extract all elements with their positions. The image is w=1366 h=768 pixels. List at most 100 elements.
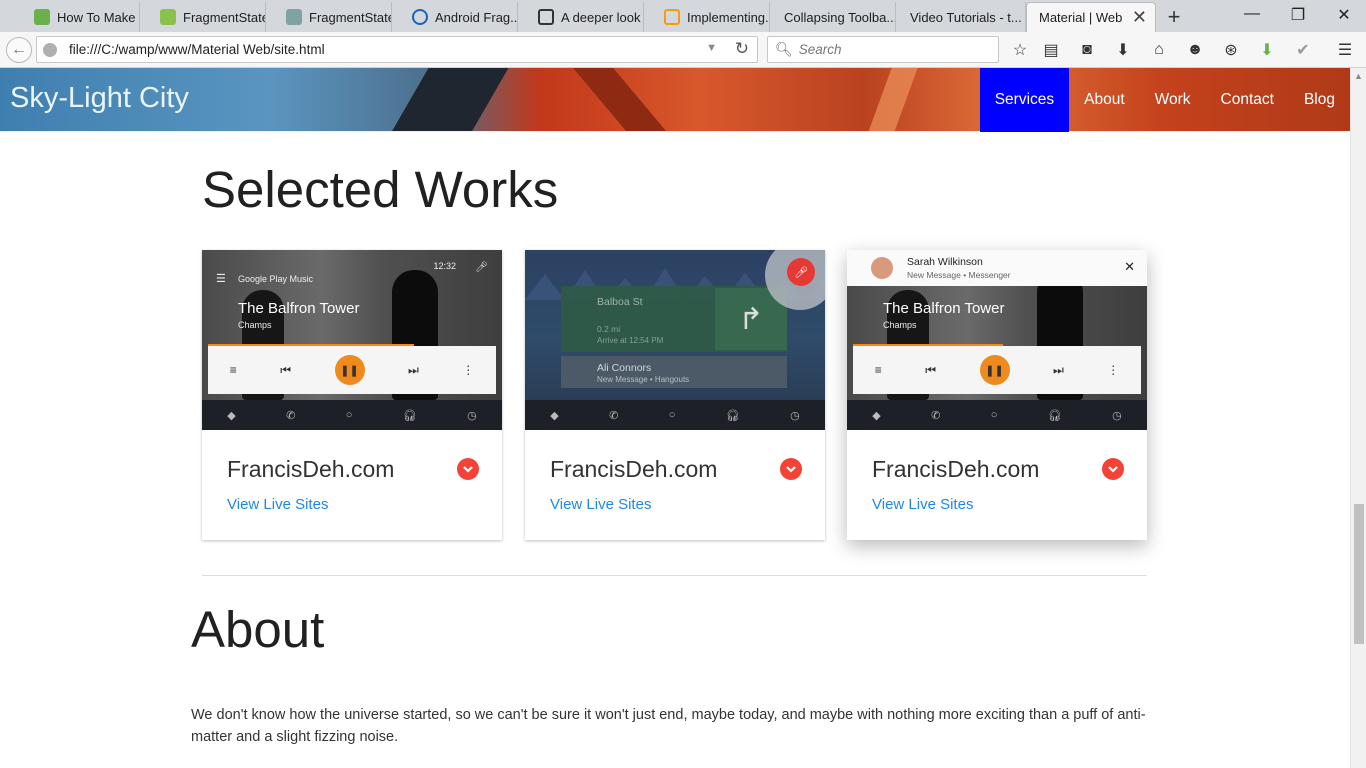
search-placeholder: Search — [798, 42, 842, 57]
nav-about[interactable]: About — [1069, 68, 1140, 132]
browser-toolbar: ← file:///C:/wamp/www/Material Web/site.… — [0, 32, 1366, 68]
queue-icon: ≡ — [874, 363, 882, 377]
headphones-icon: 🎧︎ — [1047, 409, 1062, 422]
recents-icon: ◷ — [467, 409, 477, 422]
page-icon — [538, 9, 554, 25]
mic-icon: 🎤︎ — [475, 262, 488, 273]
download-icon[interactable]: ⬇ — [1113, 40, 1133, 60]
reload-icon[interactable]: ↻ — [735, 39, 749, 59]
close-tab-icon[interactable]: ✕ — [1132, 7, 1147, 28]
page-content: Sky-Light City Services About Work Conta… — [0, 68, 1350, 768]
card-title: FrancisDeh.com — [227, 456, 395, 482]
chevron-down-icon[interactable] — [1102, 458, 1124, 480]
mic-icon: 🎤︎ — [787, 258, 815, 286]
section-title: Selected Works — [202, 161, 559, 218]
work-card: ☰ Google Play Music 12:32 🎤︎ The Balfron… — [202, 250, 502, 540]
home-circle-icon: ○ — [668, 409, 676, 421]
home-icon[interactable]: ⌂ — [1149, 40, 1169, 60]
queue-icon: ≡ — [229, 363, 237, 377]
window-close-button[interactable]: ✕ — [1329, 5, 1359, 25]
url-bar[interactable]: file:///C:/wamp/www/Material Web/site.ht… — [36, 36, 758, 63]
previous-icon: ⏮ — [280, 362, 292, 377]
back-arrow-icon: ← — [11, 41, 27, 58]
about-title: About — [191, 601, 325, 658]
scrollbar-thumb[interactable] — [1354, 504, 1364, 644]
card-image: The Balfron Tower Champs ≡ ⏮ ❚❚ ⏭ ⋮ Sara… — [847, 250, 1147, 430]
browser-tab[interactable]: Implementing... — [644, 2, 770, 32]
pocket-icon[interactable]: ◙ — [1077, 40, 1097, 60]
site-nav: Services About Work Contact Blog — [979, 68, 1350, 132]
bookmark-star-icon[interactable]: ☆ — [1010, 40, 1030, 60]
tab-bar: How To Make ... FragmentState... Fragmen… — [0, 0, 1366, 32]
card-title: FrancisDeh.com — [550, 456, 718, 482]
browser-tab[interactable]: A deeper look ... — [518, 2, 644, 32]
android-icon — [34, 9, 50, 25]
url-text[interactable]: file:///C:/wamp/www/Material Web/site.ht… — [69, 42, 325, 57]
more-icon: ⋮ — [462, 363, 475, 377]
minimize-button[interactable]: — — [1237, 5, 1267, 23]
navigation-icon: ◆ — [550, 409, 559, 422]
next-icon: ⏭ — [1052, 362, 1064, 377]
nav-services[interactable]: Services — [979, 68, 1070, 132]
pause-icon: ❚❚ — [334, 355, 365, 385]
car-nav-bar: ◆ ✆ ○ 🎧︎ ◷ — [202, 400, 502, 430]
check-icon[interactable]: ✔ — [1293, 40, 1313, 60]
view-live-sites-link[interactable]: View Live Sites — [550, 496, 651, 513]
card-title: FrancisDeh.com — [872, 456, 1040, 482]
home-circle-icon: ○ — [990, 409, 998, 421]
browser-tab[interactable]: Collapsing Toolba... — [770, 2, 896, 32]
downloader-icon[interactable]: ⬇ — [1257, 40, 1277, 60]
browser-tab-active[interactable]: Material | Web ✕ — [1026, 2, 1156, 32]
browser-tab[interactable]: FragmentState... — [266, 2, 392, 32]
page-scrollbar[interactable]: ▲ — [1350, 68, 1366, 768]
notification: Sarah Wilkinson New Message • Messenger … — [847, 250, 1147, 286]
previous-icon: ⏮ — [925, 362, 937, 377]
chevron-down-icon[interactable] — [457, 458, 479, 480]
nav-contact[interactable]: Contact — [1206, 68, 1289, 132]
navigation-icon: ◆ — [872, 409, 881, 422]
globe-icon — [43, 42, 57, 57]
site-title[interactable]: Sky-Light City — [10, 82, 189, 115]
work-card: ↱ Balboa St 0.2 mi Arrive at 12:54 PM Al… — [525, 250, 825, 540]
chat-icon[interactable]: ☻ — [1185, 40, 1205, 60]
sync-icon[interactable]: ⊛ — [1221, 40, 1241, 60]
browser-tab[interactable]: Android Frag... — [392, 2, 518, 32]
new-tab-button[interactable]: + — [1162, 4, 1186, 30]
headphones-icon: 🎧︎ — [725, 409, 740, 422]
section-divider — [202, 575, 1147, 576]
about-text: We don't know how the universe started, … — [191, 707, 1146, 745]
home-circle-icon: ○ — [345, 409, 353, 421]
nav-work[interactable]: Work — [1140, 68, 1206, 132]
view-live-sites-link[interactable]: View Live Sites — [227, 496, 328, 513]
recents-icon: ◷ — [790, 409, 800, 422]
scroll-up-icon[interactable]: ▲ — [1354, 71, 1363, 81]
back-button[interactable]: ← — [6, 37, 32, 63]
more-icon: ⋮ — [1107, 363, 1120, 377]
browser-tab[interactable]: FragmentState... — [140, 2, 266, 32]
work-card: The Balfron Tower Champs ≡ ⏮ ❚❚ ⏭ ⋮ Sara… — [847, 250, 1147, 540]
close-icon: ✕ — [1124, 259, 1135, 274]
pause-icon: ❚❚ — [979, 355, 1010, 385]
chevron-down-icon[interactable] — [780, 458, 802, 480]
search-box[interactable]: 🔍︎ Search — [767, 36, 999, 63]
android-icon — [160, 9, 176, 25]
media-controls: ≡ ⏮ ❚❚ ⏭ ⋮ — [208, 346, 496, 394]
reading-list-icon[interactable]: ▤ — [1041, 40, 1061, 60]
phone-icon: ✆ — [931, 409, 941, 422]
browser-tab[interactable]: Video Tutorials - t... — [896, 2, 1026, 32]
car-nav-bar: ◆ ✆ ○ 🎧︎ ◷ — [847, 400, 1147, 430]
nav-blog[interactable]: Blog — [1289, 68, 1350, 132]
browser-tab[interactable]: How To Make ... — [14, 2, 140, 32]
view-live-sites-link[interactable]: View Live Sites — [872, 496, 973, 513]
hamburger-icon: ☰ — [216, 273, 226, 285]
media-controls: ≡ ⏮ ❚❚ ⏭ ⋮ — [853, 346, 1141, 394]
heart-icon — [664, 9, 680, 25]
menu-icon[interactable]: ☰ — [1335, 40, 1355, 60]
maximize-button[interactable]: ❐ — [1283, 5, 1313, 25]
phone-icon: ✆ — [286, 409, 296, 422]
recents-icon: ◷ — [1112, 409, 1122, 422]
history-dropdown-icon[interactable]: ▼ — [706, 42, 717, 54]
power-icon — [412, 9, 428, 25]
navigation-icon: ◆ — [227, 409, 236, 422]
next-icon: ⏭ — [407, 362, 419, 377]
